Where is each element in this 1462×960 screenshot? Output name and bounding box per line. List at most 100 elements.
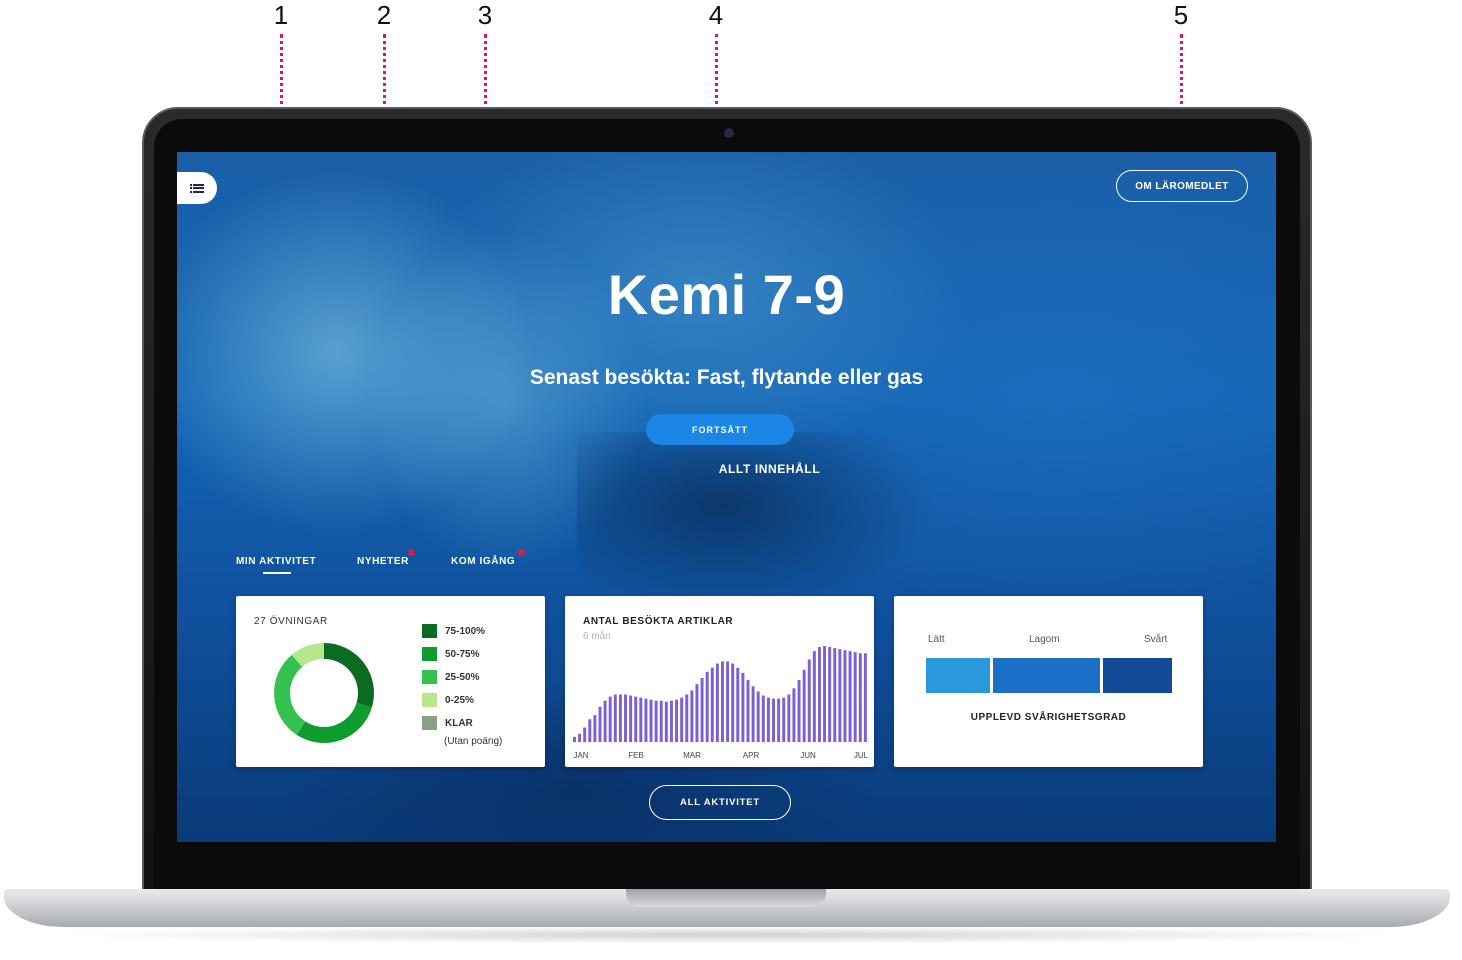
callout-number: 1	[273, 0, 289, 30]
legend-label: KLAR	[445, 718, 473, 729]
page-title: Kemi 7-9	[607, 263, 846, 326]
visits-bar	[751, 686, 755, 742]
visits-bar	[634, 696, 638, 742]
x-tick-label: MAR	[683, 751, 701, 760]
all-activity-button[interactable]: ALL AKTIVITET	[649, 785, 791, 820]
visits-bar	[593, 715, 597, 742]
visits-bar	[690, 690, 694, 742]
menu-list-icon	[190, 183, 204, 193]
difficulty-bar-medium	[993, 658, 1100, 693]
legend-swatch	[422, 716, 437, 730]
visits-card[interactable]: ANTAL BESÖKTA ARTIKLAR 6 mån JAN FEB MAR AP…	[565, 596, 874, 767]
tab-label: MIN AKTIVITET	[236, 556, 317, 567]
visits-bar	[598, 706, 602, 742]
notification-dot	[408, 549, 415, 556]
visits-bar	[715, 663, 719, 742]
visits-bar	[700, 678, 704, 742]
difficulty-bar-easy	[926, 658, 990, 693]
camera-icon	[724, 128, 734, 138]
visits-bar	[792, 688, 796, 742]
difficulty-label-hard: Svårt	[1144, 634, 1168, 645]
visits-bar	[828, 647, 832, 742]
visits-bar	[695, 684, 699, 742]
all-content-link[interactable]: ALLT INNEHÅLL	[177, 462, 1276, 476]
callout-number: 2	[376, 0, 392, 30]
visits-bar	[664, 701, 668, 742]
visits-bar	[726, 661, 730, 742]
visits-bar	[843, 650, 847, 742]
visits-bar	[675, 699, 679, 742]
about-button[interactable]: OM LÄROMEDLET	[1116, 170, 1248, 202]
visits-bar	[863, 653, 867, 742]
donut-slice-0-25%	[291, 643, 325, 668]
visits-bar	[772, 698, 775, 742]
x-tick-label: JUN	[800, 751, 816, 760]
visits-bar	[573, 736, 576, 742]
visits-bar	[823, 646, 827, 742]
donut-slice-50-75%	[296, 702, 372, 743]
visits-bar	[807, 659, 811, 742]
visits-bar	[797, 680, 801, 742]
visits-bar	[603, 700, 607, 742]
visits-bar	[858, 653, 862, 742]
donut-slice-25-50%	[274, 654, 306, 735]
difficulty-caption: UPPLEVD SVÅRIGHETSGRAD	[970, 712, 1127, 723]
legend-note: (Utan poäng)	[444, 736, 503, 747]
x-tick-label: FEB	[628, 751, 644, 760]
visits-bar	[588, 719, 592, 742]
callout-2: 2	[364, 0, 404, 544]
x-tick-label: JUL	[854, 751, 869, 760]
legend-swatch	[422, 670, 437, 684]
visits-bar	[685, 694, 689, 742]
visits-bar	[721, 661, 724, 742]
tab-label: NYHETER	[357, 556, 409, 567]
tab-get-started[interactable]: KOM IGÅNG	[451, 549, 525, 567]
visits-bar	[782, 697, 786, 742]
exercises-card[interactable]: 27 ÖVNINGAR 75-100% 50-75% 25-50% 0-25% KLAR…	[236, 596, 545, 767]
card-title: 27 ÖVNINGAR	[254, 616, 328, 627]
callout-1: 1	[261, 0, 301, 544]
visits-bar	[578, 733, 582, 742]
visits-bar	[639, 697, 643, 742]
visits-bar	[644, 698, 648, 742]
visits-bar	[741, 672, 745, 742]
visits-bar	[817, 647, 821, 742]
visits-bar	[705, 671, 709, 742]
visits-bar	[731, 663, 735, 742]
legend-label: 75-100%	[445, 626, 486, 637]
visits-bar	[613, 694, 617, 742]
donut-slice-75-100%	[323, 643, 374, 708]
visits-bar-chart: JAN FEB MAR APR JUN JUL	[573, 646, 869, 760]
tab-my-activity[interactable]: MIN AKTIVITET	[236, 556, 317, 574]
visits-bar	[649, 699, 653, 742]
last-visited-text: Senast besökta: Fast, flytande eller gas	[529, 366, 924, 389]
difficulty-label-easy: Lätt	[928, 634, 945, 645]
laptop-shadow	[40, 926, 1420, 944]
visits-bar	[848, 651, 852, 742]
visits-bar	[710, 667, 714, 742]
visits-bar	[624, 694, 627, 742]
visits-bar	[659, 700, 663, 742]
visits-bar	[669, 700, 673, 742]
visits-bar	[736, 667, 740, 742]
difficulty-card[interactable]: Lätt Lagom Svårt UPPLEVD SVÅRIGHETSGRAD	[894, 596, 1203, 767]
visits-bar	[838, 649, 842, 742]
x-tick-label: APR	[743, 751, 760, 760]
visits-bar	[618, 694, 622, 742]
legend-swatch	[422, 693, 437, 707]
legend-swatch	[422, 624, 437, 638]
difficulty-label-medium: Lagom	[1029, 634, 1060, 645]
visits-bar	[583, 727, 587, 742]
callout-number: 4	[708, 0, 724, 30]
callout-number: 5	[1173, 0, 1189, 30]
visits-bar	[756, 691, 760, 742]
legend-label: 50-75%	[445, 649, 480, 660]
tab-news[interactable]: NYHETER	[357, 549, 415, 567]
visits-bar	[629, 695, 633, 742]
difficulty-bar-hard	[1103, 658, 1172, 693]
active-tab-indicator	[263, 572, 291, 574]
tab-label: KOM IGÅNG	[451, 556, 516, 567]
menu-button[interactable]	[177, 172, 217, 204]
background-penguins	[577, 432, 937, 612]
continue-button[interactable]: FORTSÄTT	[646, 414, 794, 445]
